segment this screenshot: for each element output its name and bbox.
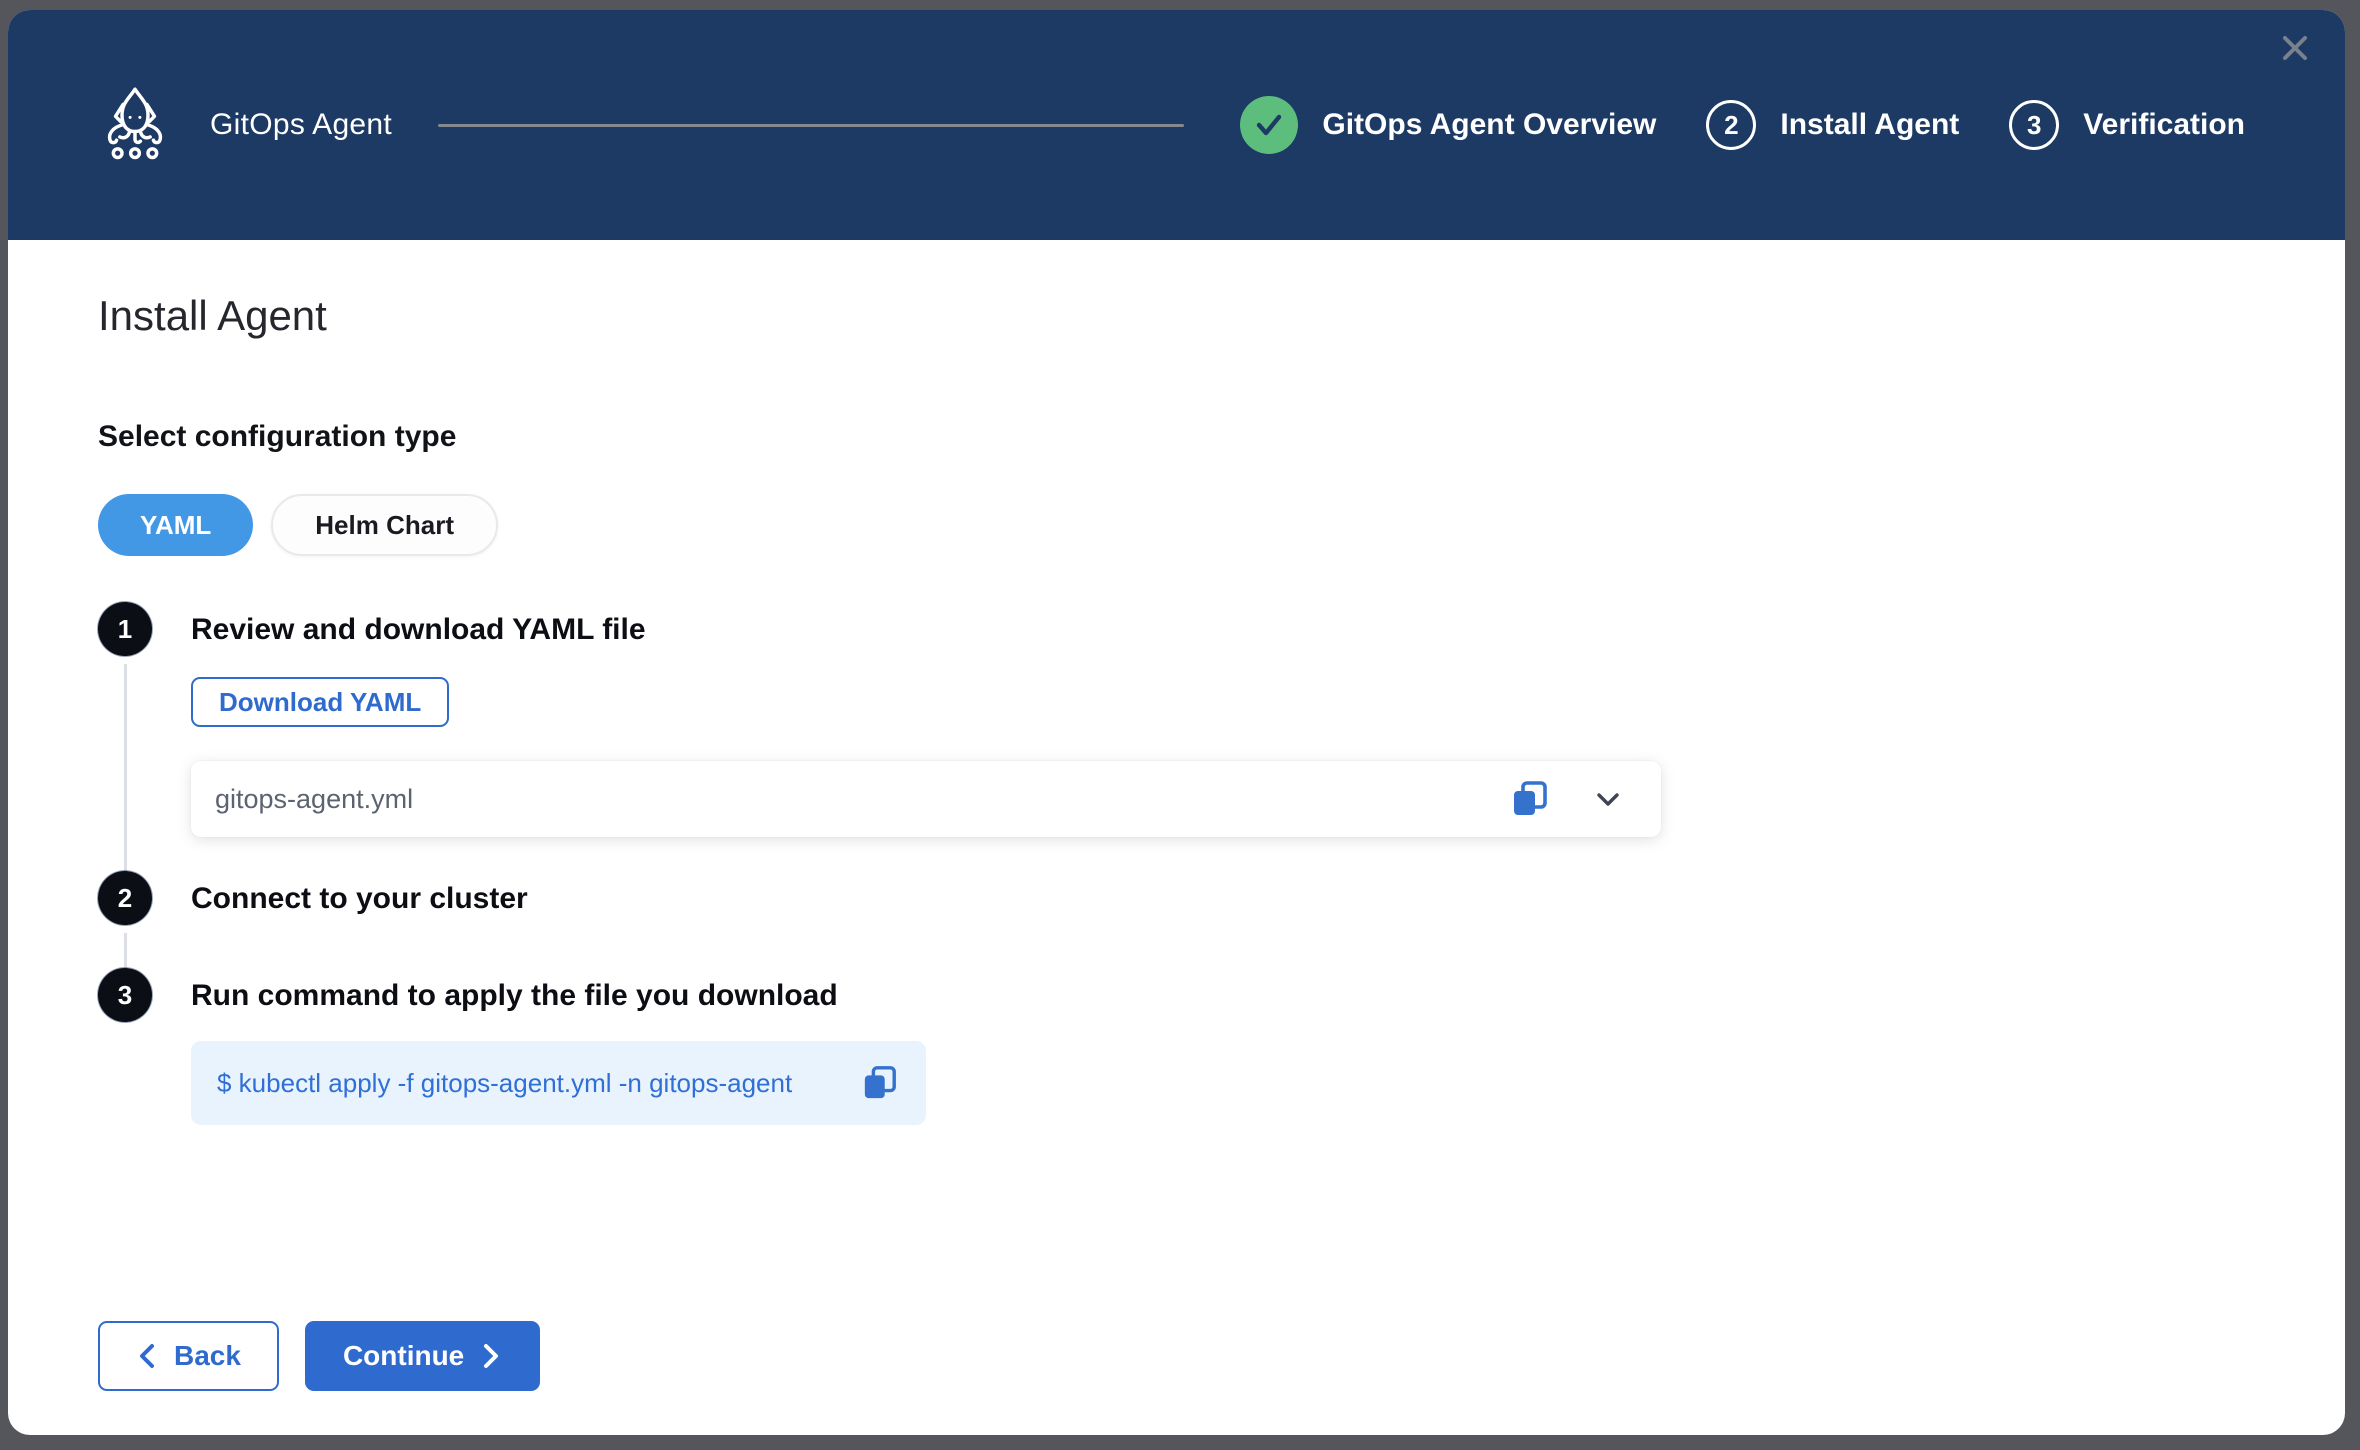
yaml-file-name: gitops-agent.yml xyxy=(215,784,1511,815)
step-heading: Run command to apply the file you downlo… xyxy=(191,979,2345,1013)
copy-yaml-button[interactable] xyxy=(1511,780,1549,818)
step-content: Connect to your cluster xyxy=(191,871,2345,968)
step-connector-line xyxy=(124,933,127,968)
step-heading: Review and download YAML file xyxy=(191,613,2345,647)
step-content: Review and download YAML file Download Y… xyxy=(191,602,2345,871)
step-rail: 3 xyxy=(98,968,152,1125)
install-agent-modal: GitOps Agent GitOps Agent Overview 2 Ins… xyxy=(8,10,2345,1435)
header-divider xyxy=(438,124,1184,127)
continue-button[interactable]: Continue xyxy=(305,1321,540,1391)
spacer xyxy=(191,916,2345,968)
stepper-label: GitOps Agent Overview xyxy=(1322,108,1656,142)
back-button-label: Back xyxy=(174,1340,241,1372)
install-steps: 1 Review and download YAML file Download… xyxy=(98,602,2345,1125)
stepper-item-install-agent[interactable]: 2 Install Agent xyxy=(1706,100,1959,150)
close-button[interactable] xyxy=(2267,20,2323,76)
stepper-item-verification[interactable]: 3 Verification xyxy=(2009,100,2245,150)
copy-command-button[interactable] xyxy=(862,1065,898,1101)
config-type-label: Select configuration type xyxy=(98,420,2345,454)
step-connector-line xyxy=(124,664,127,871)
step-rail: 2 xyxy=(98,871,152,968)
config-type-toggle: YAML Helm Chart xyxy=(98,494,2345,556)
chevron-left-icon xyxy=(136,1341,158,1371)
step-number-circle: 2 xyxy=(98,871,152,925)
stepper-label: Verification xyxy=(2083,108,2245,142)
kubectl-command-text: $ kubectl apply -f gitops-agent.yml -n g… xyxy=(217,1068,862,1099)
file-bar-actions xyxy=(1511,780,1623,818)
wizard-footer: Back Continue xyxy=(98,1321,540,1391)
download-yaml-button[interactable]: Download YAML xyxy=(191,677,449,727)
modal-body: Install Agent Select configuration type … xyxy=(8,240,2345,1435)
step-number-badge: 2 xyxy=(1706,100,1756,150)
yaml-file-select[interactable]: gitops-agent.yml xyxy=(191,761,1661,837)
step-content: Run command to apply the file you downlo… xyxy=(191,968,2345,1125)
back-button[interactable]: Back xyxy=(98,1321,279,1391)
gitops-squid-logo-icon xyxy=(100,86,170,164)
spacer xyxy=(191,837,2345,871)
config-option-helm-chart[interactable]: Helm Chart xyxy=(271,494,498,556)
page-title: Install Agent xyxy=(98,292,2345,340)
close-icon xyxy=(2278,31,2312,65)
step-review-download: 1 Review and download YAML file Download… xyxy=(98,602,2345,871)
stepper-item-overview[interactable]: GitOps Agent Overview xyxy=(1240,96,1656,154)
step-rail: 1 xyxy=(98,602,152,871)
stepper-label: Install Agent xyxy=(1780,108,1959,142)
page-backdrop: { "colors": { "header_bg": "#1d3a64", "a… xyxy=(0,0,2360,1450)
step-number-circle: 1 xyxy=(98,602,152,656)
step-number-circle: 3 xyxy=(98,968,152,1022)
expand-yaml-button[interactable] xyxy=(1593,784,1623,814)
step-number-badge: 3 xyxy=(2009,100,2059,150)
wizard-title: GitOps Agent xyxy=(210,108,392,142)
step-complete-badge xyxy=(1240,96,1298,154)
copy-icon xyxy=(862,1065,898,1101)
wizard-stepper: GitOps Agent Overview 2 Install Agent 3 … xyxy=(1240,96,2245,154)
step-connect-cluster: 2 Connect to your cluster xyxy=(98,871,2345,968)
step-heading: Connect to your cluster xyxy=(191,882,2345,916)
copy-icon xyxy=(1511,780,1549,818)
wizard-header: GitOps Agent GitOps Agent Overview 2 Ins… xyxy=(8,10,2345,240)
config-option-yaml[interactable]: YAML xyxy=(98,494,253,556)
chevron-right-icon xyxy=(480,1341,502,1371)
chevron-down-icon xyxy=(1593,784,1623,814)
kubectl-command-box: $ kubectl apply -f gitops-agent.yml -n g… xyxy=(191,1041,926,1125)
check-icon xyxy=(1252,108,1286,142)
continue-button-label: Continue xyxy=(343,1340,464,1372)
step-run-command: 3 Run command to apply the file you down… xyxy=(98,968,2345,1125)
